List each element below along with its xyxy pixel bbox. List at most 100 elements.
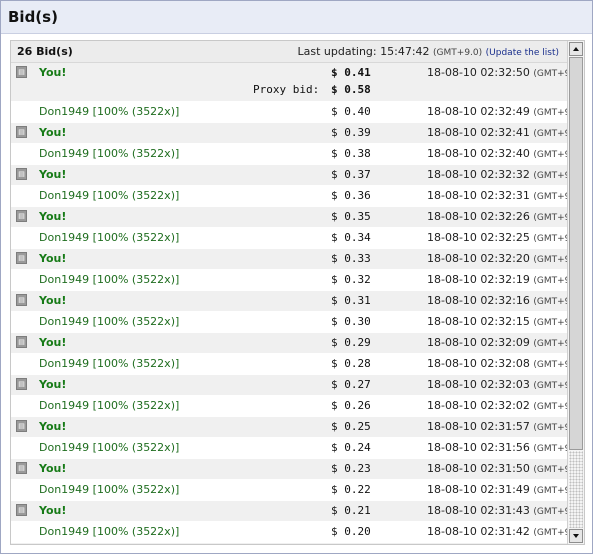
bid-timezone: (GMT+9.0) [533,255,567,265]
bid-amount: $ 0.28 [331,357,371,370]
bidder-name[interactable]: Don1949 [100% (3522x)] [39,357,179,370]
bid-timezone: (GMT+9.0) [533,465,567,475]
bid-timezone: (GMT+9.0) [533,507,567,517]
bid-timestamp: 18-08-10 02:32:09 [427,336,530,349]
bid-rows: ▤ You! $ 0.41 18-08-10 02:32:50 (GMT+9.0) Pr… [11,63,567,544]
bid-timezone: (GMT+9.0) [533,234,567,244]
bid-time: 18-08-10 02:32:03 (GMT+9.0) [427,378,567,391]
bidder-you: You! [39,168,67,181]
auto-bid-badge-icon: ▤ [16,504,27,516]
scroll-up-button[interactable] [569,42,583,56]
bidder-you: You! [39,336,67,349]
bidder-name[interactable]: Don1949 [100% (3522x)] [39,399,179,412]
bid-time: 18-08-10 02:31:42 (GMT+9.0) [427,525,567,538]
bidder-you: You! [39,462,67,475]
bid-amount: $ 0.21 [331,504,371,517]
bid-time: 18-08-10 02:32:15 (GMT+9.0) [427,315,567,328]
bid-timestamp: 18-08-10 02:32:15 [427,315,530,328]
last-updating-info: Last updating: 15:47:42 (GMT+9.0) (Updat… [298,45,560,58]
bid-time: 18-08-10 02:32:02 (GMT+9.0) [427,399,567,412]
scroll-down-button[interactable] [569,529,583,543]
scroll-down-arrow-icon [573,534,579,538]
bid-timezone: (GMT+9.0) [533,528,567,538]
bidder-name[interactable]: Don1949 [100% (3522x)] [39,315,179,328]
bid-time: 18-08-10 02:32:20 (GMT+9.0) [427,252,567,265]
scroll-up-arrow-icon [573,47,579,51]
bid-timezone: (GMT+9.0) [533,339,567,349]
bid-amount: $ 0.26 [331,399,371,412]
bid-timestamp: 18-08-10 02:32:20 [427,252,530,265]
bid-row: ▤ You! $ 0.25 18-08-10 02:31:57 (GMT+9.0) [11,417,567,438]
bid-timestamp: 18-08-10 02:32:02 [427,399,530,412]
bid-amount: $ 0.38 [331,147,371,160]
bidder-name[interactable]: Don1949 [100% (3522x)] [39,483,179,496]
bid-time: 18-08-10 02:31:49 (GMT+9.0) [427,483,567,496]
bid-row: ▤ You! $ 0.31 18-08-10 02:32:16 (GMT+9.0) [11,291,567,312]
bid-amount: $ 0.37 [331,168,371,181]
bid-time: 18-08-10 02:32:26 (GMT+9.0) [427,210,567,223]
bid-timestamp: 18-08-10 02:31:42 [427,525,530,538]
bid-amount: $ 0.32 [331,273,371,286]
bidder-name[interactable]: Don1949 [100% (3522x)] [39,189,179,202]
scrollbar-track[interactable] [569,451,583,528]
bid-amount: $ 0.24 [331,441,371,454]
bid-timezone: (GMT+9.0) [533,318,567,328]
auto-bid-badge-icon: ▤ [16,462,27,474]
scrollbar[interactable] [567,41,584,544]
bid-row: Don1949 [100% (3522x)] $ 0.32 18-08-10 02:… [11,270,567,291]
bidder-you: You! [39,210,67,223]
bid-timestamp: 18-08-10 02:31:57 [427,420,530,433]
bid-timestamp: 18-08-10 02:32:50 [427,66,530,79]
bid-timestamp: 18-08-10 02:32:08 [427,357,530,370]
bid-timestamp: 18-08-10 02:32:40 [427,147,530,160]
bid-amount: $ 0.35 [331,210,371,223]
panel-title: Bid(s) [8,8,58,26]
bid-amount: $ 0.39 [331,126,371,139]
auto-bid-badge-icon: ▤ [16,294,27,306]
bid-time: 18-08-10 02:32:50 (GMT+9.0) [427,66,567,79]
bid-time: 18-08-10 02:32:41 (GMT+9.0) [427,126,567,139]
bid-timestamp: 18-08-10 02:32:19 [427,273,530,286]
bid-timestamp: 18-08-10 02:32:26 [427,210,530,223]
bid-timezone: (GMT+9.0) [533,276,567,286]
bid-timestamp: 18-08-10 02:32:32 [427,168,530,181]
bid-row: Don1949 [100% (3522x)] $ 0.34 18-08-10 02:… [11,228,567,249]
bid-amount: $ 0.20 [331,525,371,538]
bid-row: Don1949 [100% (3522x)] $ 0.26 18-08-10 02:… [11,396,567,417]
auto-bid-badge-icon: ▤ [16,210,27,222]
update-list-label[interactable]: Update the list [489,48,555,58]
bid-amount: $ 0.30 [331,315,371,328]
bid-timezone: (GMT+9.0) [533,150,567,160]
scrollbar-thumb[interactable] [569,57,583,450]
bid-count: 26 Bid(s) [17,45,73,58]
bid-row: ▤You!$ 0.1918-08-10 02:31:37 (GMT+9.0) [11,543,567,544]
bid-time: 18-08-10 02:32:16 (GMT+9.0) [427,294,567,307]
bid-amount: $ 0.31 [331,294,371,307]
proxy-bid-label: Proxy bid: [253,83,320,96]
bid-timestamp: 18-08-10 02:32:49 [427,105,530,118]
bid-row: ▤ You! $ 0.23 18-08-10 02:31:50 (GMT+9.0) [11,459,567,480]
bid-timezone: (GMT+9.0) [533,192,567,202]
bid-timestamp: 18-08-10 02:32:31 [427,189,530,202]
bid-time: 18-08-10 02:32:31 (GMT+9.0) [427,189,567,202]
bidder-name[interactable]: Don1949 [100% (3522x)] [39,105,179,118]
bidder-name[interactable]: Don1949 [100% (3522x)] [39,525,179,538]
bidder-you: You! [39,294,67,307]
bidder-name[interactable]: Don1949 [100% (3522x)] [39,231,179,244]
bid-time: 18-08-10 02:32:49 (GMT+9.0) [427,105,567,118]
bid-timestamp: 18-08-10 02:32:03 [427,378,530,391]
bid-time: 18-08-10 02:32:40 (GMT+9.0) [427,147,567,160]
bid-row: Don1949 [100% (3522x)] $ 0.24 18-08-10 02:… [11,438,567,459]
bid-row: Don1949 [100% (3522x)] $ 0.20 18-08-10 02:… [11,522,567,543]
auto-bid-badge-icon: ▤ [16,168,27,180]
bidder-you: You! [39,66,67,79]
bidder-name[interactable]: Don1949 [100% (3522x)] [39,147,179,160]
bid-timezone: (GMT+9.0) [533,129,567,139]
bid-timestamp: 18-08-10 02:32:16 [427,294,530,307]
auto-bid-badge-icon: ▤ [16,336,27,348]
bid-row: ▤ You! $ 0.41 18-08-10 02:32:50 (GMT+9.0) Pr… [11,63,567,102]
bidder-name[interactable]: Don1949 [100% (3522x)] [39,441,179,454]
bidder-name[interactable]: Don1949 [100% (3522x)] [39,273,179,286]
update-list-link[interactable]: (Update the list) [486,48,559,58]
header-timezone: (GMT+9.0) [433,48,483,58]
